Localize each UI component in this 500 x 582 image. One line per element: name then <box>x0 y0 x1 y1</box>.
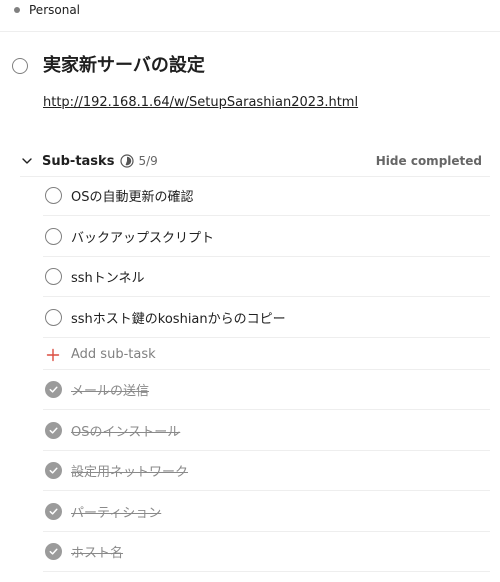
subtask-label: バックアップスクリプト <box>71 230 215 246</box>
subtask-row[interactable]: ホスト名 <box>43 532 490 573</box>
task-title[interactable]: 実家新サーバの設定 <box>43 54 205 78</box>
checkmark-icon <box>49 467 58 474</box>
subtask-row[interactable]: パーティション <box>43 492 490 532</box>
hide-completed-button[interactable]: Hide completed <box>376 154 482 168</box>
subtask-row[interactable]: メールの送信 <box>43 370 490 410</box>
subtask-checkbox-checked[interactable] <box>45 543 62 561</box>
subtask-label: パーティション <box>71 505 162 521</box>
subtask-row[interactable]: 設定用ネットワーク <box>43 451 490 492</box>
subtask-row[interactable]: OSの自動更新の確認 <box>43 176 490 216</box>
subtask-checkbox-checked[interactable] <box>45 502 62 520</box>
subtask-checkbox[interactable] <box>45 187 62 204</box>
checkmark-icon <box>49 548 58 556</box>
project-breadcrumb[interactable]: Personal <box>14 2 80 18</box>
plus-icon <box>46 348 60 361</box>
project-name: Personal <box>29 3 81 17</box>
subtask-row[interactable]: OSのインストール <box>43 411 490 451</box>
subtask-checkbox[interactable] <box>45 308 62 326</box>
add-subtask-label: Add sub-task <box>71 347 156 362</box>
subtask-checkbox[interactable] <box>45 268 62 285</box>
checkmark-icon <box>49 386 58 393</box>
task-complete-checkbox[interactable] <box>12 58 28 74</box>
subtask-row[interactable]: sshトンネル <box>43 257 490 297</box>
add-subtask-button[interactable]: Add sub-task <box>43 340 490 370</box>
checkmark-icon <box>49 508 58 515</box>
subtask-label: OSのインストール <box>71 424 181 440</box>
subtask-label: 設定用ネットワーク <box>71 465 189 481</box>
subtask-checkbox-checked[interactable] <box>45 462 62 480</box>
chevron-down-icon[interactable] <box>20 154 34 168</box>
divider <box>0 31 500 32</box>
subtasks-header: Sub-tasks 5/9 Hide completed <box>20 151 482 171</box>
subtasks-count: 5/9 <box>138 154 158 168</box>
subtask-label: sshホスト鍵のkoshianからのコピー <box>71 311 286 327</box>
subtask-checkbox-checked[interactable] <box>45 421 62 439</box>
subtask-checkbox-checked[interactable] <box>45 381 62 398</box>
subtasks-label[interactable]: Sub-tasks <box>42 154 114 169</box>
subtask-label: sshトンネル <box>71 271 145 286</box>
subtask-row[interactable]: バックアップスクリプト <box>43 217 490 257</box>
checkmark-icon <box>49 427 58 434</box>
subtask-checkbox[interactable] <box>45 227 62 245</box>
subtask-label: ホスト名 <box>71 546 124 562</box>
progress-pie-icon <box>120 154 135 168</box>
subtask-row[interactable]: sshホスト鍵のkoshianからのコピー <box>43 298 490 338</box>
subtask-label: OSの自動更新の確認 <box>71 190 194 205</box>
task-description-link[interactable]: http://192.168.1.64/w/SetupSarashian2023… <box>43 94 358 112</box>
subtask-label: メールの送信 <box>71 384 150 399</box>
project-color-dot <box>14 7 20 13</box>
